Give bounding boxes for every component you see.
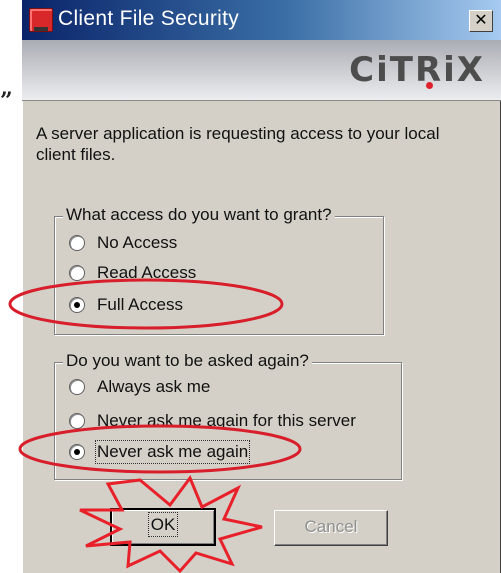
- close-button[interactable]: ✕: [469, 10, 493, 32]
- ok-button-label: OK: [147, 512, 179, 537]
- title-bar[interactable]: Client File Security ✕: [22, 0, 501, 40]
- radio-full-access[interactable]: Full Access: [69, 293, 183, 317]
- ok-button[interactable]: OK: [110, 508, 216, 546]
- radio-label[interactable]: Always ask me: [97, 377, 210, 397]
- radio-button[interactable]: [69, 413, 85, 429]
- radio-always-ask[interactable]: Always ask me: [69, 375, 210, 399]
- radio-read-access[interactable]: Read Access: [69, 261, 196, 285]
- close-icon: ✕: [474, 12, 488, 29]
- radio-button[interactable]: [69, 235, 85, 251]
- radio-no-access[interactable]: No Access: [69, 231, 177, 255]
- radio-label[interactable]: Never ask me again for this server: [97, 411, 356, 431]
- radio-label[interactable]: Read Access: [97, 263, 196, 283]
- request-message: A server application is requesting acces…: [36, 124, 440, 164]
- access-group-legend: What access do you want to grant?: [63, 205, 335, 225]
- radio-label[interactable]: No Access: [97, 233, 177, 253]
- window-title: Client File Security: [58, 7, 240, 30]
- radio-never-ask-server[interactable]: Never ask me again for this server: [69, 409, 356, 433]
- radio-button-selected[interactable]: [69, 297, 85, 313]
- radio-button[interactable]: [69, 379, 85, 395]
- quote-mark: ”: [0, 88, 13, 114]
- ask-again-group-legend: Do you want to be asked again?: [63, 351, 312, 371]
- radio-never-ask[interactable]: Never ask me again: [69, 440, 251, 464]
- app-icon: [29, 8, 53, 32]
- client-file-security-dialog: Client File Security ✕ CiTRiX A server a…: [22, 0, 501, 573]
- radio-label[interactable]: Never ask me again: [94, 440, 251, 464]
- radio-button-selected[interactable]: [69, 444, 85, 460]
- brand-banner: CiTRiX: [22, 40, 501, 101]
- ask-again-group: Do you want to be asked again? Always as…: [54, 351, 402, 480]
- cancel-button-label: Cancel: [304, 517, 358, 536]
- cancel-button[interactable]: Cancel: [274, 510, 388, 546]
- radio-label[interactable]: Full Access: [97, 295, 183, 315]
- citrix-logo: CiTRiX: [349, 50, 485, 90]
- access-group: What access do you want to grant? No Acc…: [54, 205, 384, 335]
- radio-button[interactable]: [69, 265, 85, 281]
